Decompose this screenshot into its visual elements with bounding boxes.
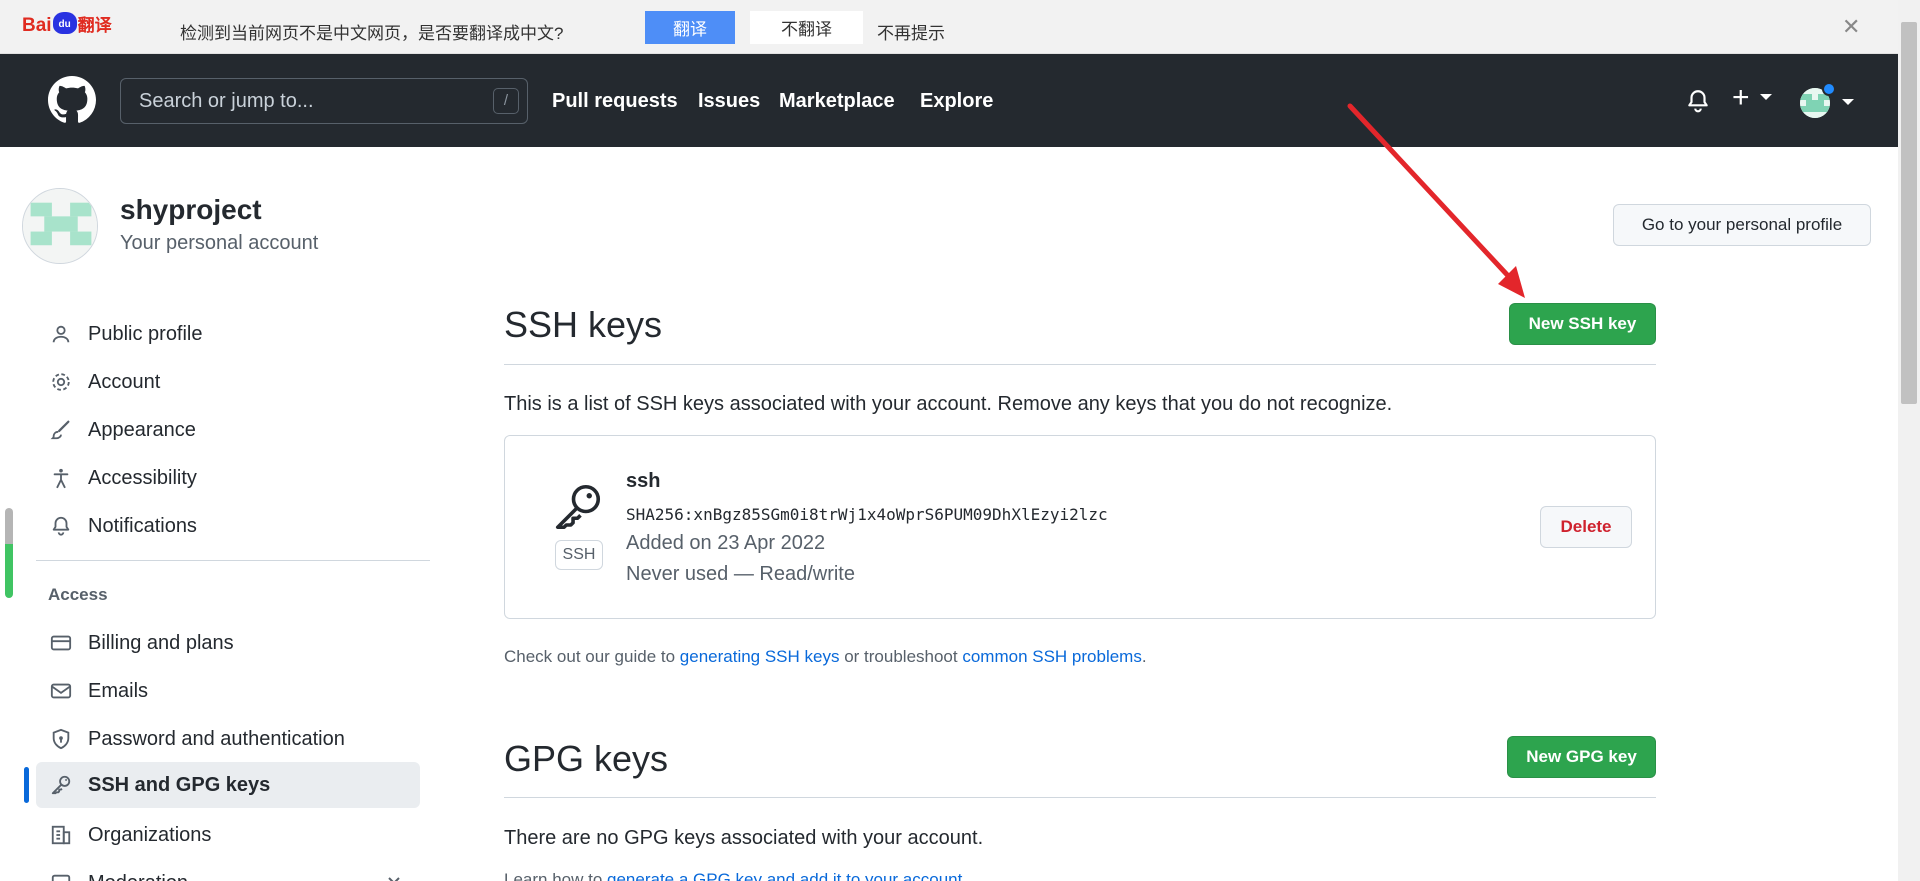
status-dot — [1822, 82, 1836, 96]
gpg-empty-text: There are no GPG keys associated with yo… — [504, 827, 984, 849]
sidebar-item-ssh-gpg-keys[interactable]: SSH and GPG keys — [36, 762, 420, 808]
ssh-title-divider — [504, 364, 1656, 365]
search-input[interactable]: Search or jump to... / — [120, 78, 528, 124]
github-logo-icon[interactable] — [48, 76, 96, 124]
shield-icon — [48, 726, 74, 752]
gpg-learn-text: Learn how to generate a GPG key and add … — [504, 870, 967, 881]
slash-shortcut-badge: / — [493, 88, 519, 114]
ssh-key-usage: Never used — Read/write — [626, 563, 855, 585]
sidebar-item-label: Accessibility — [88, 466, 197, 489]
person-icon — [48, 321, 74, 347]
learn-suffix: . — [962, 870, 968, 881]
profile-username[interactable]: shyproject — [120, 194, 262, 226]
sidebar-item-label: Public profile — [88, 322, 203, 345]
generate-gpg-key-link[interactable]: generate a GPG key and add it to your ac… — [607, 870, 962, 881]
chevron-down-icon[interactable] — [1842, 99, 1854, 105]
profile-subtitle: Your personal account — [120, 232, 319, 254]
baidu-translate-bar: Bai du 翻译 检测到当前网页不是中文网页，是否要翻译成中文? 翻译 不翻译 不… — [0, 0, 1898, 54]
nav-issues[interactable]: Issues — [698, 90, 760, 113]
sidebar-item-label: Notifications — [88, 514, 197, 537]
chevron-down-icon[interactable] — [386, 872, 402, 881]
no-more-prompt-link[interactable]: 不再提示 — [877, 19, 945, 44]
sidebar-item-label: Organizations — [88, 823, 212, 846]
sidebar-item-emails[interactable]: Emails — [36, 668, 420, 714]
sidebar-item-label: Billing and plans — [88, 631, 234, 654]
common-ssh-problems-link[interactable]: common SSH problems — [962, 647, 1142, 666]
gpg-title-divider — [504, 797, 1656, 798]
ssh-guide-text: Check out our guide to generating SSH ke… — [504, 647, 1147, 667]
sidebar-scroll-indicator — [5, 508, 13, 598]
key-icon — [555, 484, 601, 530]
sidebar-item-account[interactable]: Account — [36, 359, 420, 405]
github-header: Search or jump to... / Pull requests Iss… — [0, 54, 1898, 147]
generating-ssh-keys-link[interactable]: generating SSH keys — [680, 647, 840, 666]
guide-prefix: Check out our guide to — [504, 647, 680, 666]
ssh-key-entry: SSH ssh SHA256:xnBgz85SGm0i8trWj1x4oWprS… — [504, 435, 1656, 619]
sidebar-item-billing[interactable]: Billing and plans — [36, 620, 420, 666]
sidebar-item-moderation[interactable]: Moderation — [36, 860, 420, 881]
sidebar-item-organizations[interactable]: Organizations — [36, 812, 420, 858]
gear-icon — [48, 369, 74, 395]
identicon-icon — [23, 189, 97, 263]
bell-icon — [48, 513, 74, 539]
nav-pull-requests[interactable]: Pull requests — [552, 90, 678, 113]
sidebar-item-password-authentication[interactable]: Password and authentication — [36, 716, 420, 762]
key-icon — [48, 772, 74, 798]
guide-suffix: . — [1141, 647, 1147, 666]
sidebar-section-heading: Access — [48, 585, 108, 604]
translate-button[interactable]: 翻译 — [645, 11, 735, 44]
mail-icon — [48, 678, 74, 704]
notifications-bell-icon[interactable] — [1685, 88, 1711, 114]
search-placeholder: Search or jump to... — [139, 90, 314, 112]
moderation-icon — [48, 870, 74, 881]
guide-middle: or troubleshoot — [839, 647, 963, 666]
credit-card-icon — [48, 630, 74, 656]
ssh-key-title: ssh — [626, 470, 661, 492]
baidu-translate-message: 检测到当前网页不是中文网页，是否要翻译成中文? — [180, 24, 564, 43]
scrollbar-thumb[interactable] — [1901, 22, 1917, 404]
create-new-plus-icon[interactable]: + — [1732, 81, 1750, 115]
sidebar-item-label: SSH and GPG keys — [88, 773, 271, 796]
sidebar-item-label: Emails — [88, 679, 149, 702]
red-arrow-annotation — [1347, 103, 1525, 298]
sidebar-item-accessibility[interactable]: Accessibility — [36, 455, 420, 501]
accessibility-icon — [48, 465, 74, 491]
organization-icon — [48, 822, 74, 848]
new-gpg-key-button[interactable]: New GPG key — [1507, 736, 1656, 778]
delete-ssh-key-button[interactable]: Delete — [1540, 506, 1632, 548]
close-icon[interactable]: ✕ — [1842, 14, 1860, 40]
ssh-key-added-date: Added on 23 Apr 2022 — [626, 532, 826, 554]
ssh-intro-text: This is a list of SSH keys associated wi… — [504, 393, 1393, 415]
nav-marketplace[interactable]: Marketplace — [779, 90, 895, 113]
baidu-logo-translate-text: 翻译 — [77, 16, 112, 35]
baidu-logo-text: Bai — [22, 15, 52, 36]
sidebar-item-notifications[interactable]: Notifications — [36, 503, 420, 549]
sidebar-item-label: Moderation — [88, 872, 188, 881]
active-indicator — [24, 767, 29, 803]
chevron-down-icon[interactable] — [1760, 94, 1772, 100]
baidu-logo: Bai du 翻译 — [22, 11, 112, 37]
sidebar-item-appearance[interactable]: Appearance — [36, 407, 420, 453]
learn-prefix: Learn how to — [504, 870, 608, 881]
new-ssh-key-button[interactable]: New SSH key — [1509, 303, 1656, 345]
sidebar-item-label: Password and authentication — [88, 727, 345, 750]
go-to-personal-profile-button[interactable]: Go to your personal profile — [1613, 204, 1871, 246]
profile-avatar[interactable] — [22, 188, 98, 264]
sidebar-item-label: Appearance — [88, 418, 196, 441]
page-scrollbar[interactable] — [1898, 0, 1920, 881]
ssh-key-fingerprint: SHA256:xnBgz85SGm0i8trWj1x4oWprS6PUM09Dh… — [626, 505, 1108, 524]
nav-explore[interactable]: Explore — [920, 90, 993, 113]
ssh-keys-title: SSH keys — [504, 304, 663, 345]
sidebar-item-label: Account — [88, 370, 161, 393]
paintbrush-icon — [48, 417, 74, 443]
no-translate-button[interactable]: 不翻译 — [750, 11, 863, 44]
sidebar-item-public-profile[interactable]: Public profile — [36, 311, 420, 357]
gpg-keys-title: GPG keys — [504, 738, 669, 779]
sidebar-divider — [36, 560, 430, 561]
baidu-paw-icon: du — [52, 11, 77, 34]
ssh-type-badge: SSH — [555, 540, 603, 570]
